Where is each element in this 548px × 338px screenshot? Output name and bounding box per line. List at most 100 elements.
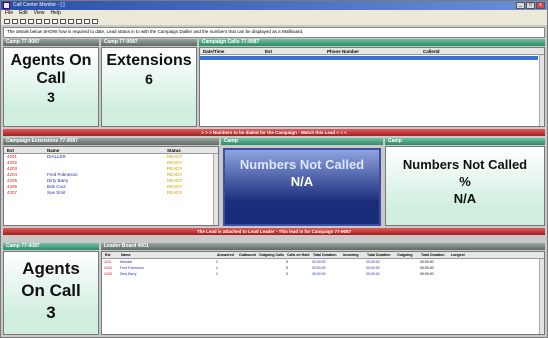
dur2-cell: 00:00:00 bbox=[366, 272, 380, 276]
col-incoming[interactable]: Incoming bbox=[340, 252, 364, 258]
campaign-calls-header: Campaign Calls 77-9087 bbox=[199, 39, 545, 46]
agents-on-call-bottom-panel: Agents On Call 3 bbox=[3, 251, 99, 335]
dur1-cell: 00:00:00 bbox=[312, 272, 326, 276]
extensions-panel: Extensions 6 bbox=[101, 47, 197, 127]
minimize-button[interactable]: _ bbox=[516, 2, 525, 9]
menu-file[interactable]: File bbox=[5, 10, 13, 17]
toolbar-button[interactable] bbox=[52, 18, 58, 24]
menu-edit[interactable]: Edit bbox=[19, 10, 28, 17]
numbers-not-called-pct-title: Numbers Not Called % bbox=[402, 157, 528, 189]
table-row[interactable]: 4205 Dirty Barry 1 0 00:00:00 00:00:00 00:00:0… bbox=[102, 271, 544, 277]
maximize-button[interactable]: □ bbox=[526, 2, 535, 9]
col-callerid[interactable]: CallerId bbox=[420, 48, 520, 54]
col-name[interactable]: Name bbox=[118, 252, 214, 258]
col-name[interactable]: Name bbox=[44, 147, 164, 153]
toolbar-button[interactable] bbox=[76, 18, 82, 24]
col-total-duration-1[interactable]: Total Duration bbox=[310, 252, 340, 258]
leader-board-grid[interactable]: Ext Name Answered Outbound Outgoing Call… bbox=[101, 251, 545, 335]
app-icon bbox=[3, 2, 10, 9]
window-title: Call Center Monitor - [ ] bbox=[13, 2, 65, 8]
empty-cell bbox=[394, 271, 418, 277]
camp-tab-1[interactable]: Camp 77-9087 bbox=[3, 39, 99, 46]
toolbar-button[interactable] bbox=[12, 18, 18, 24]
numbers-not-called-pct-value: N/A bbox=[453, 191, 477, 206]
toolbar-button[interactable] bbox=[4, 18, 10, 24]
col-longest[interactable]: Longest bbox=[448, 252, 476, 258]
toolbar-button[interactable] bbox=[20, 18, 26, 24]
agents-on-call-title: Agents On Call bbox=[10, 52, 92, 87]
col-total-duration-3[interactable]: Total Duration bbox=[418, 252, 448, 258]
campaign-calls-grid[interactable]: Date/Time Ext Phone Number CallerId bbox=[199, 47, 545, 127]
camp-header-middle: Camp bbox=[221, 138, 383, 145]
leader-grid-header: Ext Name Answered Outbound Outgoing Call… bbox=[102, 252, 544, 259]
numbers-not-called-value: N/A bbox=[290, 174, 314, 189]
numbers-not-called-title: Numbers Not Called bbox=[239, 157, 365, 172]
empty-cell bbox=[236, 271, 256, 277]
toolbar-button[interactable] bbox=[92, 18, 98, 24]
col-calls-on-hold[interactable]: Calls on Hold bbox=[284, 252, 310, 258]
toolbar-button[interactable] bbox=[60, 18, 66, 24]
numbers-not-called-pct-panel: Numbers Not Called % N/A bbox=[385, 146, 545, 226]
extensions-scrollbar[interactable] bbox=[213, 154, 218, 225]
agents-on-call-value: 3 bbox=[47, 89, 55, 105]
table-row[interactable]: 4207 Sue Smit READY bbox=[4, 190, 218, 196]
agents-on-call-bottom-title: Agents On Call bbox=[21, 259, 81, 300]
agents-on-call-panel: Agents On Call 3 bbox=[3, 47, 99, 127]
col-outgoing[interactable]: Outgoing bbox=[394, 252, 418, 258]
empty-cell bbox=[448, 271, 476, 277]
col-total-duration-2[interactable]: Total Duration bbox=[364, 252, 394, 258]
col-phone-number[interactable]: Phone Number bbox=[324, 48, 420, 54]
extensions-grid[interactable]: Ext Name Status 4201 DIALLER READY 4202 READ… bbox=[3, 146, 219, 226]
ext-cell: 4207 bbox=[7, 190, 18, 195]
leader-scrollbar[interactable] bbox=[539, 259, 544, 334]
calls-cell: 0 bbox=[286, 272, 288, 276]
camp-tab-2[interactable]: Camp 77-9087 bbox=[101, 39, 197, 46]
toolbar bbox=[1, 17, 547, 25]
col-outgoing-calls[interactable]: Outgoing Calls bbox=[256, 252, 284, 258]
empty-cell bbox=[340, 271, 364, 277]
col-answered[interactable]: Answered bbox=[214, 252, 236, 258]
title-bar: Call Center Monitor - [ ] _ □ x bbox=[1, 1, 547, 10]
col-outbound[interactable]: Outbound bbox=[236, 252, 256, 258]
leader-rows: 4201 Michael 1 0 00:00:00 00:00:00 00:00:00 420… bbox=[102, 259, 544, 277]
extensions-grid-header: Ext Name Status bbox=[4, 147, 218, 154]
toolbar-button[interactable] bbox=[28, 18, 34, 24]
name-cell: Sue Smit bbox=[47, 190, 66, 195]
app-window: Call Center Monitor - [ ] _ □ x File Edi… bbox=[0, 0, 548, 338]
camp-header-right: Camp bbox=[385, 138, 545, 145]
col-datetime[interactable]: Date/Time bbox=[200, 48, 262, 54]
toolbar-button[interactable] bbox=[36, 18, 42, 24]
col-ext[interactable]: Ext bbox=[262, 48, 324, 54]
status-cell: READY bbox=[167, 190, 183, 195]
leader-board-header: Leader Board 4001 bbox=[101, 243, 545, 250]
calls-scrollbar[interactable] bbox=[539, 55, 544, 126]
alert-bar-bottom: The Lead is attached to Lead Leader - Th… bbox=[3, 228, 545, 235]
name-cell: Dirty Barry bbox=[120, 272, 137, 276]
extensions-value: 6 bbox=[145, 71, 153, 87]
close-button[interactable]: x bbox=[536, 2, 545, 9]
empty-cell bbox=[256, 271, 284, 277]
menu-help[interactable]: Help bbox=[50, 10, 60, 17]
selected-row[interactable] bbox=[200, 56, 538, 60]
message-box: The details below SHOW how is required t… bbox=[3, 27, 545, 38]
toolbar-button[interactable] bbox=[84, 18, 90, 24]
alert-bar-top: > > > Numbers to be dialed for the Campa… bbox=[3, 129, 545, 136]
agents-on-call-bottom-value: 3 bbox=[46, 303, 56, 322]
extensions-rows: 4201 DIALLER READY 4202 READY 4203 READY 4204 Fr… bbox=[4, 154, 218, 196]
menu-bar: File Edit View Help bbox=[1, 10, 547, 17]
col-ext[interactable]: Ext bbox=[4, 147, 44, 153]
col-status[interactable]: Status bbox=[164, 147, 214, 153]
calls-grid-header: Date/Time Ext Phone Number CallerId bbox=[200, 48, 544, 55]
toolbar-button[interactable] bbox=[68, 18, 74, 24]
camp-header-bottom: Camp 77-9087 bbox=[3, 243, 99, 250]
ext-cell: 4205 bbox=[104, 272, 112, 276]
numbers-not-called-panel: Numbers Not Called N/A bbox=[223, 148, 381, 226]
toolbar-button[interactable] bbox=[44, 18, 50, 24]
campaign-extensions-header: Campaign Extensions 77-9087 bbox=[3, 138, 219, 145]
col-ext[interactable]: Ext bbox=[102, 252, 118, 258]
window-controls: _ □ x bbox=[516, 2, 545, 9]
answered-cell: 1 bbox=[216, 272, 218, 276]
menu-view[interactable]: View bbox=[34, 10, 45, 17]
extensions-title: Extensions bbox=[106, 52, 192, 69]
dur3-cell: 00:00:00 bbox=[420, 272, 434, 276]
